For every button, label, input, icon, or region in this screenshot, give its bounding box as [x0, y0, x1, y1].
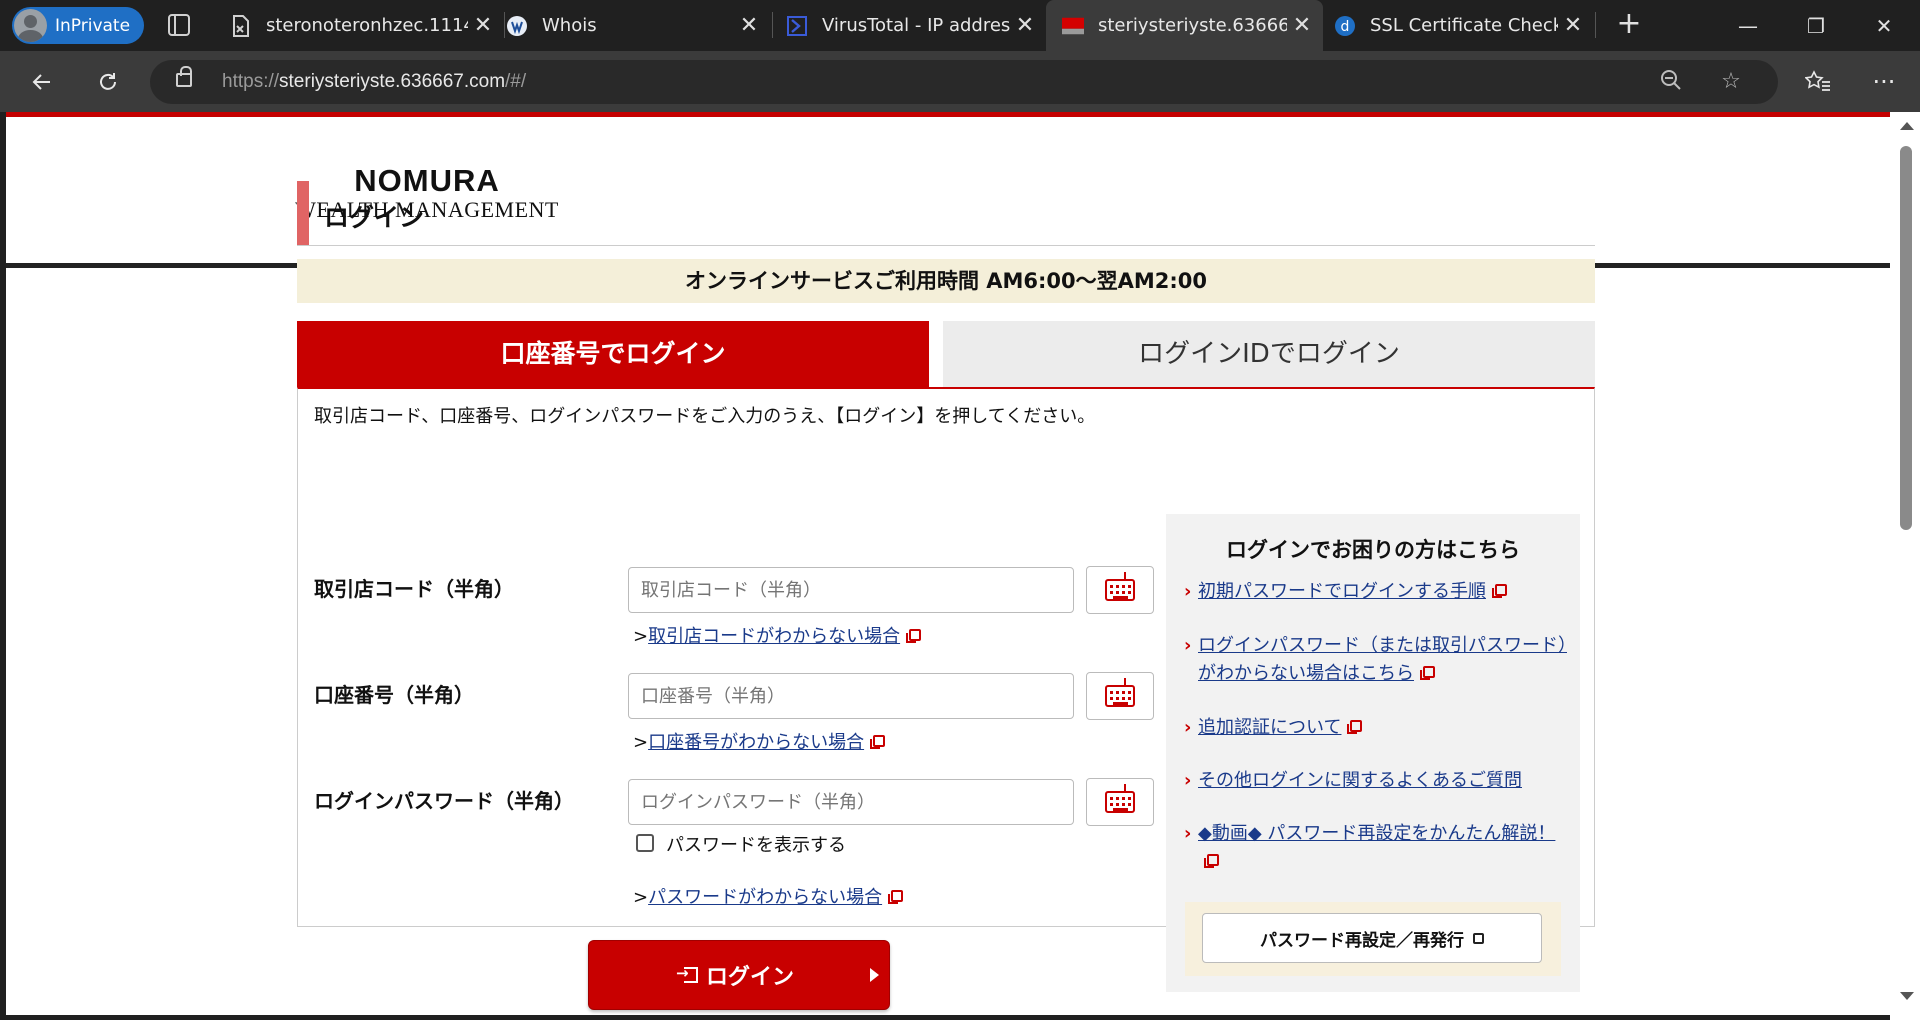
favorite-star-icon[interactable]: ☆ [1718, 69, 1744, 95]
virustotal-icon [786, 15, 808, 37]
external-window-icon [906, 629, 922, 643]
d-icon: d [1334, 15, 1356, 37]
scroll-down-icon[interactable] [1900, 992, 1914, 1000]
favorites-list-icon[interactable] [1800, 64, 1836, 100]
tab-account-number-login[interactable]: 口座番号でログイン [297, 321, 929, 387]
refresh-icon[interactable] [90, 64, 126, 100]
more-menu-icon[interactable]: ··· [1866, 64, 1902, 100]
chevron-right-icon: › [1184, 770, 1192, 791]
close-tab-icon[interactable]: ✕ [1287, 13, 1317, 38]
login-icon [676, 964, 698, 983]
help-link-forgot-password[interactable]: › ログインパスワード（または取引パスワード）がわからない場合はこちら [1184, 632, 1568, 688]
brand-top-bar [6, 112, 1890, 117]
software-keyboard-button[interactable] [1086, 566, 1154, 614]
password-reset-label: パスワード再設定／再発行 [1260, 930, 1464, 951]
page-heading: ログイン [297, 181, 1595, 246]
close-tab-icon[interactable]: ✕ [1010, 13, 1040, 38]
external-window-icon [1347, 720, 1363, 734]
account-number-label: 口座番号（半角） [314, 683, 474, 707]
tab-separator [1595, 12, 1596, 38]
software-keyboard-button[interactable] [1086, 778, 1154, 826]
document-x-icon [230, 14, 252, 37]
page-title: ログイン [324, 203, 425, 232]
restore-icon[interactable]: ❐ [1782, 0, 1850, 51]
heading-accent-bar [297, 181, 309, 245]
account-number-help: >口座番号がわからない場合 [633, 728, 886, 754]
scroll-up-icon[interactable] [1900, 122, 1914, 130]
login-instructions: 取引店コード、口座番号、ログインパスワードをご入力のうえ、【ログイン】を押してく… [314, 406, 1096, 427]
tab-virustotal[interactable]: VirusTotal - IP address ✕ [770, 0, 1046, 51]
inprivate-label: InPrivate [55, 15, 131, 36]
external-window-icon [870, 735, 886, 749]
tab-ssl-checker[interactable]: d SSL Certificate Checker ✕ [1318, 0, 1594, 51]
inprivate-badge[interactable]: InPrivate [12, 7, 144, 44]
chevron-right-icon: › [1184, 635, 1192, 656]
tab-title: Whois [542, 15, 597, 36]
password-help-link[interactable]: パスワードがわからない場合 [648, 887, 882, 908]
address-url[interactable]: https://steriysteriyste.636667.com/#/ [222, 71, 526, 93]
help-link-faq[interactable]: › その他ログインに関するよくあるご質問 [1184, 767, 1568, 795]
tab-actions-icon[interactable] [168, 14, 190, 36]
close-tab-icon[interactable]: ✕ [1558, 13, 1588, 38]
account-number-help-link[interactable]: 口座番号がわからない場合 [648, 732, 864, 753]
red-flag-favicon [1062, 15, 1084, 37]
chevron-right-icon: › [1184, 717, 1192, 738]
service-hours-notice: オンラインサービスご利用時間 AM6:00～翌AM2:00 [297, 259, 1595, 303]
tab-title: steronoteronhzec.1114 [266, 15, 468, 36]
profile-avatar-icon [14, 9, 47, 42]
keyboard-icon [1105, 784, 1135, 813]
help-link-video[interactable]: › ◆動画◆ パスワード再設定をかんたん解説！ [1184, 820, 1568, 876]
minimize-icon[interactable]: — [1714, 0, 1782, 51]
chevron-right-icon: › [1184, 823, 1192, 844]
help-link-initial-password[interactable]: › 初期パスワードでログインする手順 [1184, 578, 1568, 606]
address-bar[interactable]: https://steriysteriyste.636667.com/#/ ☆ [150, 60, 1778, 104]
svg-text:d: d [1341, 19, 1350, 35]
help-title: ログインでお困りの方はこちら [1226, 538, 1520, 562]
show-password-label[interactable]: パスワードを表示する [666, 831, 846, 857]
login-password-label: ログインパスワード（半角） [314, 789, 574, 813]
external-window-icon [1420, 666, 1435, 680]
branch-code-help: >取引店コードがわからない場合 [633, 622, 922, 648]
tab-title: steriysteriyste.636667.c [1098, 15, 1287, 36]
tab-title: VirusTotal - IP address [822, 15, 1010, 36]
zoom-out-icon[interactable] [1658, 69, 1684, 95]
branch-code-help-link[interactable]: 取引店コードがわからない場合 [648, 626, 900, 647]
whois-globe-icon [506, 15, 528, 37]
scrollbar-thumb[interactable] [1900, 146, 1912, 530]
branch-code-label: 取引店コード（半角） [314, 577, 514, 601]
password-help: >パスワードがわからない場合 [633, 883, 904, 909]
arrow-right-icon [870, 968, 879, 982]
close-window-icon[interactable]: ✕ [1850, 0, 1918, 51]
help-link-additional-auth[interactable]: › 追加認証について [1184, 714, 1568, 742]
page-scrollbar[interactable] [1890, 112, 1920, 1020]
close-tab-icon[interactable]: ✕ [734, 13, 764, 38]
login-password-input[interactable] [628, 779, 1074, 825]
tab-bar: InPrivate steronoteronhzec.1114 ✕ Whois … [0, 0, 1920, 51]
tab-title: SSL Certificate Checker [1370, 15, 1558, 36]
keyboard-icon [1105, 572, 1135, 601]
external-window-icon [888, 890, 904, 904]
branch-code-input[interactable] [628, 567, 1074, 613]
external-window-icon [1473, 932, 1484, 944]
software-keyboard-button[interactable] [1086, 672, 1154, 720]
external-window-icon [1492, 584, 1507, 598]
show-password-checkbox[interactable] [636, 834, 654, 852]
new-tab-icon[interactable]: + [1612, 8, 1646, 42]
back-icon[interactable] [24, 64, 60, 100]
tab-steronoteron[interactable]: steronoteronhzec.1114 ✕ [214, 0, 504, 51]
external-window-icon [1204, 854, 1219, 868]
keyboard-icon [1105, 678, 1135, 707]
password-reset-button[interactable]: パスワード再設定／再発行 [1202, 913, 1542, 963]
browser-toolbar: https://steriysteriyste.636667.com/#/ ☆ … [0, 51, 1920, 112]
account-number-input[interactable] [628, 673, 1074, 719]
login-button[interactable]: ログイン [588, 940, 890, 1010]
tab-login-id-login[interactable]: ログインIDでログイン [943, 321, 1595, 387]
chevron-right-icon: › [1184, 581, 1192, 602]
login-button-label: ログイン [705, 965, 794, 990]
tab-steriysteriyste[interactable]: steriysteriyste.636667.c ✕ [1046, 0, 1323, 51]
tab-whois[interactable]: Whois ✕ [490, 0, 770, 51]
lock-icon[interactable] [176, 66, 192, 87]
